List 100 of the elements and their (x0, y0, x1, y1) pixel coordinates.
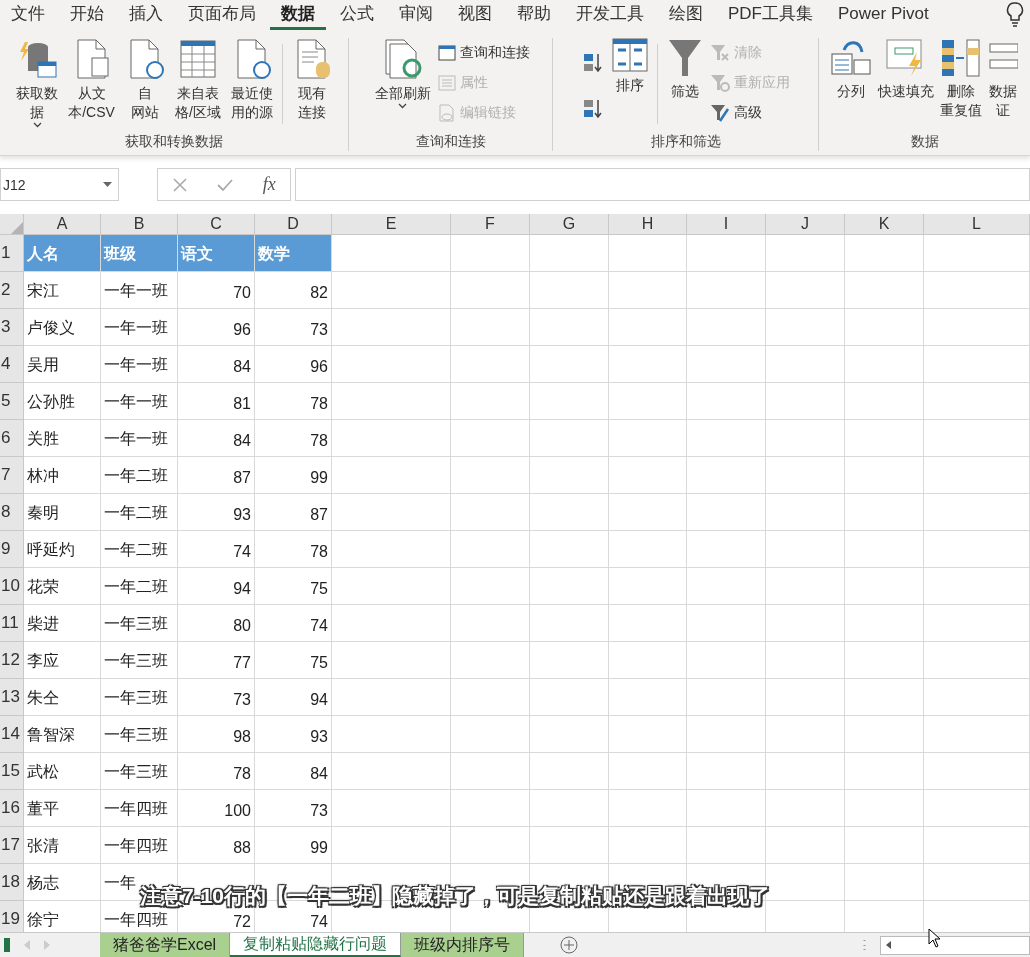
table-cell: 一年二班 (101, 494, 178, 531)
table-cell: 杨志 (24, 864, 101, 901)
column-header[interactable]: I (687, 214, 766, 235)
filter-icon (667, 38, 703, 78)
ribbon-button[interactable]: 最近使 用的源 (227, 38, 276, 122)
ribbon-button[interactable]: 获取数 据 (13, 38, 62, 128)
row-header[interactable]: 12 (0, 642, 24, 679)
row-header[interactable]: 13 (0, 679, 24, 716)
column-header[interactable]: K (845, 214, 924, 235)
table-cell: 一年一班 (101, 309, 178, 346)
remove-duplicates-icon (940, 38, 982, 78)
menu-tab[interactable]: 帮助 (506, 0, 562, 30)
row-header[interactable]: 6 (0, 420, 24, 457)
sheet-tab[interactable]: 复制粘贴隐藏行问题 (230, 933, 402, 957)
column-header[interactable]: E (332, 214, 451, 235)
row-header[interactable]: 7 (0, 457, 24, 494)
row-header[interactable]: 3 (0, 309, 24, 346)
menu-tab[interactable]: 插入 (118, 0, 174, 30)
cancel-icon[interactable] (172, 176, 189, 193)
horizontal-scrollbar[interactable] (880, 935, 1030, 955)
menu-tab[interactable]: 视图 (447, 0, 503, 30)
menu-tab[interactable]: 审阅 (388, 0, 444, 30)
split-columns-icon (830, 38, 872, 78)
row-header[interactable]: 5 (0, 383, 24, 420)
add-sheet-icon[interactable] (560, 936, 579, 954)
ribbon-button[interactable]: 查询和连接 (437, 40, 530, 65)
table-cell: 84 (178, 420, 255, 457)
sheet-tab[interactable]: 班级内排序号 (401, 933, 525, 957)
column-header[interactable]: L (924, 214, 1030, 235)
ribbon-button[interactable]: 自 网站 (121, 38, 168, 122)
table-cell: 78 (255, 531, 332, 568)
formula-input[interactable] (295, 168, 1030, 201)
sheet-tab[interactable]: 猪爸爸学Excel (100, 933, 231, 957)
table-cell: 一年三班 (101, 642, 178, 679)
sort-icon (612, 38, 648, 72)
name-box[interactable]: J12 (0, 168, 119, 201)
column-header[interactable]: C (178, 214, 255, 235)
table-cell: 94 (255, 679, 332, 716)
row-header[interactable]: 8 (0, 494, 24, 531)
menu-tab[interactable]: 开发工具 (565, 0, 655, 30)
column-header[interactable]: J (766, 214, 845, 235)
row-header[interactable]: 16 (0, 790, 24, 827)
row-header[interactable]: 2 (0, 272, 24, 309)
check-icon[interactable] (216, 177, 235, 192)
table-cell: 74 (255, 605, 332, 642)
table-cell: 99 (255, 457, 332, 494)
menu-tab[interactable]: Power Pivot (827, 0, 940, 30)
table-icon (437, 44, 456, 61)
ribbon-button[interactable]: 分列 (827, 38, 875, 101)
ribbon-button[interactable]: 筛选 (664, 38, 706, 101)
table-cell: 董平 (24, 790, 101, 827)
table-cell: 98 (178, 716, 255, 753)
row-header[interactable]: 14 (0, 716, 24, 753)
menu-tab[interactable]: 开始 (59, 0, 115, 30)
row-header[interactable]: 1 (0, 235, 24, 272)
table-cell: 林冲 (24, 457, 101, 494)
row-header[interactable]: 11 (0, 605, 24, 642)
ribbon-button[interactable]: 快速填充 (875, 38, 937, 101)
table-cell: 84 (255, 753, 332, 790)
table-cell: 87 (255, 494, 332, 531)
header-cell: 人名 (24, 235, 101, 272)
table-cell: 一年二班 (101, 531, 178, 568)
column-header[interactable]: D (255, 214, 332, 235)
table-cell: 99 (255, 827, 332, 864)
row-header[interactable]: 19 (0, 901, 24, 932)
ribbon-button[interactable]: 从文 本/CSV (65, 38, 118, 122)
row-header[interactable]: 4 (0, 346, 24, 383)
table-cell: 花荣 (24, 568, 101, 605)
advanced-filter-icon (710, 103, 730, 122)
column-header[interactable]: G (530, 214, 609, 235)
table-cell: 74 (178, 531, 255, 568)
row-header[interactable]: 15 (0, 753, 24, 790)
ribbon-button[interactable]: 高级 (710, 100, 790, 125)
group-label: 查询和连接 (414, 133, 487, 151)
ribbon-button[interactable]: 数据 证 (985, 38, 1021, 120)
lightbulb-icon[interactable] (1006, 2, 1024, 28)
menu-tab[interactable]: 页面布局 (177, 0, 267, 30)
column-header[interactable]: B (101, 214, 178, 235)
menu-tab[interactable]: 公式 (329, 0, 385, 30)
scroll-right-icon[interactable] (44, 940, 50, 950)
column-header[interactable]: H (609, 214, 687, 235)
ribbon-button[interactable]: 全部刷新 (371, 38, 434, 109)
status-icon (4, 938, 10, 952)
row-header[interactable]: 17 (0, 827, 24, 864)
menu-tab[interactable]: 绘图 (658, 0, 714, 30)
menu-tab[interactable]: PDF工具集 (717, 0, 824, 30)
table-cell: 公孙胜 (24, 383, 101, 420)
row-header[interactable]: 10 (0, 568, 24, 605)
column-header[interactable]: A (24, 214, 101, 235)
row-header[interactable]: 9 (0, 531, 24, 568)
insert-function-button[interactable]: fx (262, 174, 276, 195)
row-header[interactable]: 18 (0, 864, 24, 901)
ribbon-button[interactable]: 删除 重复值 (937, 38, 985, 120)
ribbon-button[interactable]: 排序 (609, 38, 651, 95)
table-cell: 75 (255, 568, 332, 605)
menu-tab[interactable]: 文件 (0, 0, 56, 30)
ribbon-button[interactable]: 现有 连接 (288, 38, 335, 122)
table-cell: 秦明 (24, 494, 101, 531)
column-header[interactable]: F (451, 214, 530, 235)
ribbon-button[interactable]: 来自表 格/区域 (171, 38, 224, 122)
